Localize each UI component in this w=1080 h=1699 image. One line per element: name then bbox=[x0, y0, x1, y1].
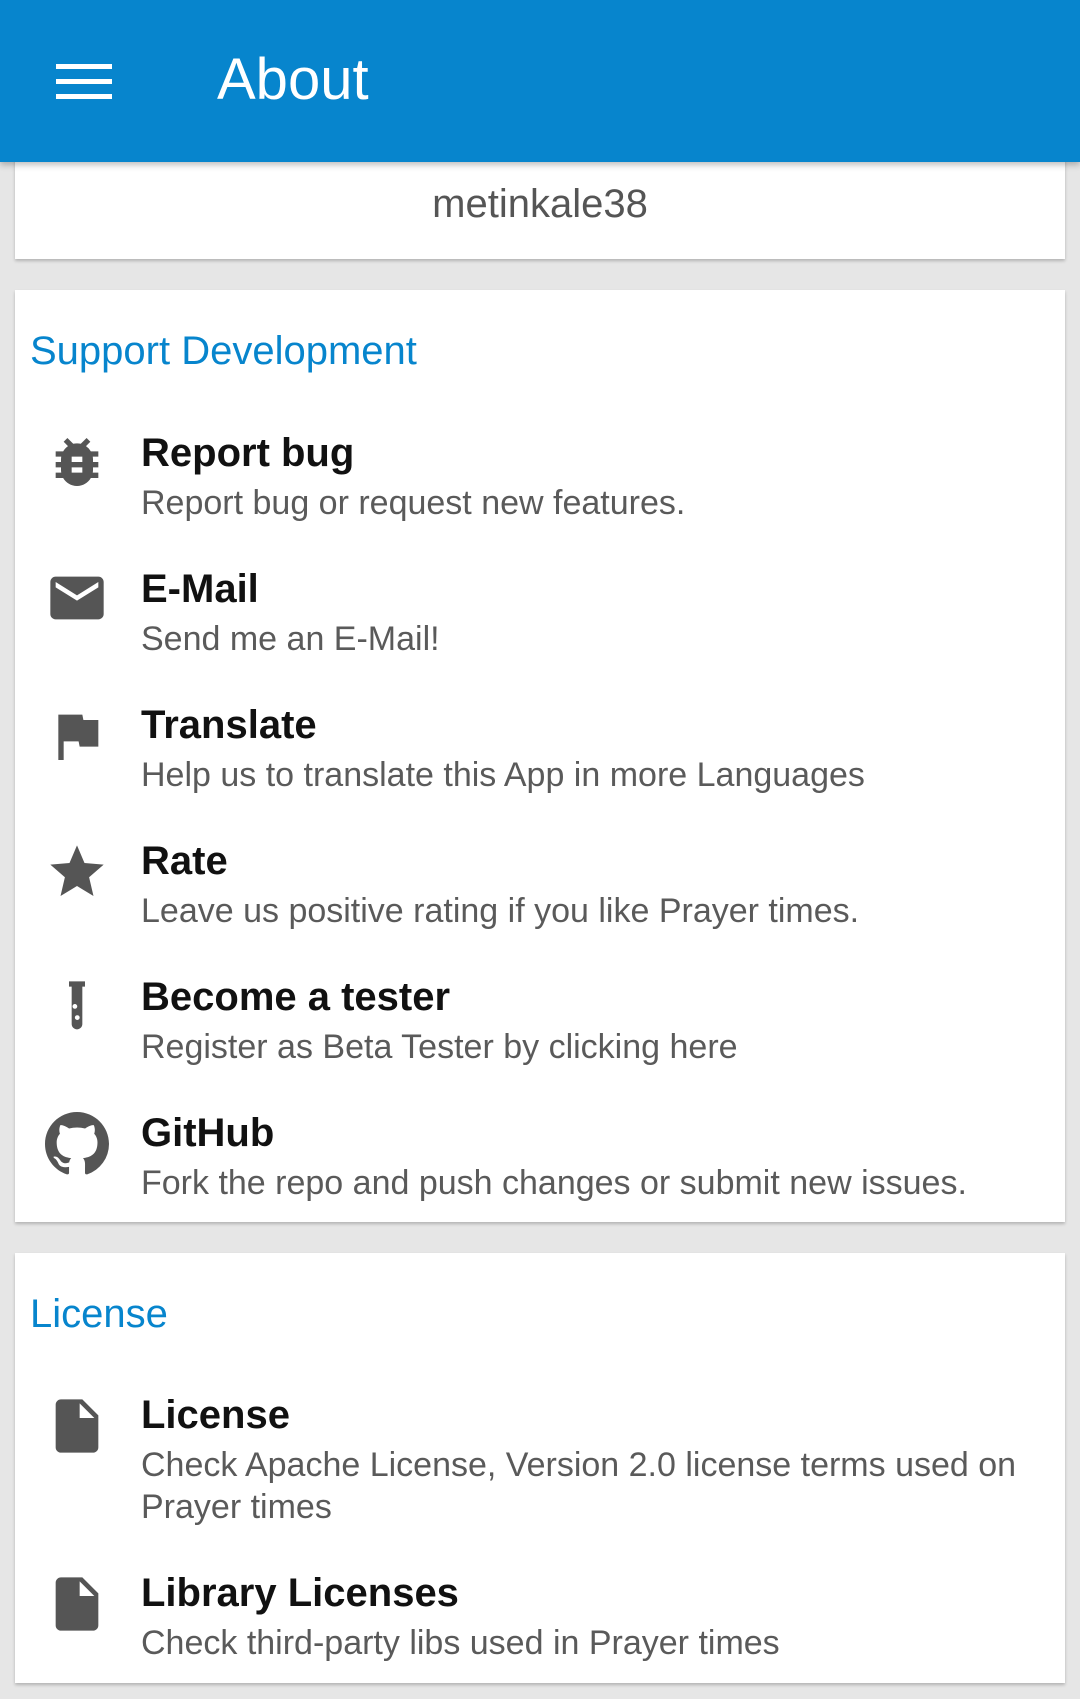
email-subtitle: Send me an E-Mail! bbox=[141, 620, 440, 658]
library-licenses-title: Library Licenses bbox=[141, 1571, 459, 1615]
license-section-heading: License bbox=[30, 1292, 168, 1336]
support-development-card: Support Development Report bug Report bu… bbox=[15, 290, 1065, 1222]
star-icon bbox=[45, 840, 109, 904]
license-subtitle: Check Apache License, Version 2.0 licens… bbox=[141, 1446, 1017, 1526]
test-tube-icon bbox=[45, 976, 109, 1040]
rate-item[interactable]: Rate Leave us positive rating if you lik… bbox=[15, 816, 1065, 934]
app-bar: About bbox=[0, 0, 1080, 162]
author-card: metinkale38 bbox=[15, 150, 1065, 259]
support-section-heading: Support Development bbox=[30, 329, 417, 373]
email-item[interactable]: E-Mail Send me an E-Mail! bbox=[15, 544, 1065, 662]
bug-icon bbox=[45, 430, 109, 494]
menu-button[interactable] bbox=[40, 40, 128, 124]
report-bug-item[interactable]: Report bug Report bug or request new fea… bbox=[15, 408, 1065, 526]
translate-subtitle: Help us to translate this App in more La… bbox=[141, 756, 865, 794]
email-icon bbox=[45, 566, 109, 630]
translate-item[interactable]: Translate Help us to translate this App … bbox=[15, 680, 1065, 798]
license-item[interactable]: License Check Apache License, Version 2.… bbox=[15, 1370, 1065, 1530]
hamburger-menu-icon bbox=[56, 64, 112, 99]
license-title: License bbox=[141, 1393, 290, 1437]
author-name: metinkale38 bbox=[432, 182, 648, 226]
translate-title: Translate bbox=[141, 703, 317, 747]
become-tester-subtitle: Register as Beta Tester by clicking here bbox=[141, 1028, 738, 1066]
github-title: GitHub bbox=[141, 1111, 275, 1155]
rate-title: Rate bbox=[141, 839, 228, 883]
github-icon bbox=[45, 1112, 109, 1176]
file-icon bbox=[45, 1572, 109, 1636]
page-title: About bbox=[217, 47, 369, 112]
flag-icon bbox=[45, 704, 109, 768]
library-licenses-item[interactable]: Library Licenses Check third-party libs … bbox=[15, 1548, 1065, 1666]
become-tester-title: Become a tester bbox=[141, 975, 451, 1019]
file-icon bbox=[45, 1394, 109, 1458]
report-bug-subtitle: Report bug or request new features. bbox=[141, 484, 686, 522]
github-item[interactable]: GitHub Fork the repo and push changes or… bbox=[15, 1088, 1065, 1206]
email-title: E-Mail bbox=[141, 567, 259, 611]
library-licenses-subtitle: Check third-party libs used in Prayer ti… bbox=[141, 1624, 780, 1662]
github-subtitle: Fork the repo and push changes or submit… bbox=[141, 1164, 967, 1202]
rate-subtitle: Leave us positive rating if you like Pra… bbox=[141, 892, 860, 930]
report-bug-title: Report bug bbox=[141, 431, 355, 475]
become-tester-item[interactable]: Become a tester Register as Beta Tester … bbox=[15, 952, 1065, 1070]
license-card: License License Check Apache License, Ve… bbox=[15, 1253, 1065, 1683]
